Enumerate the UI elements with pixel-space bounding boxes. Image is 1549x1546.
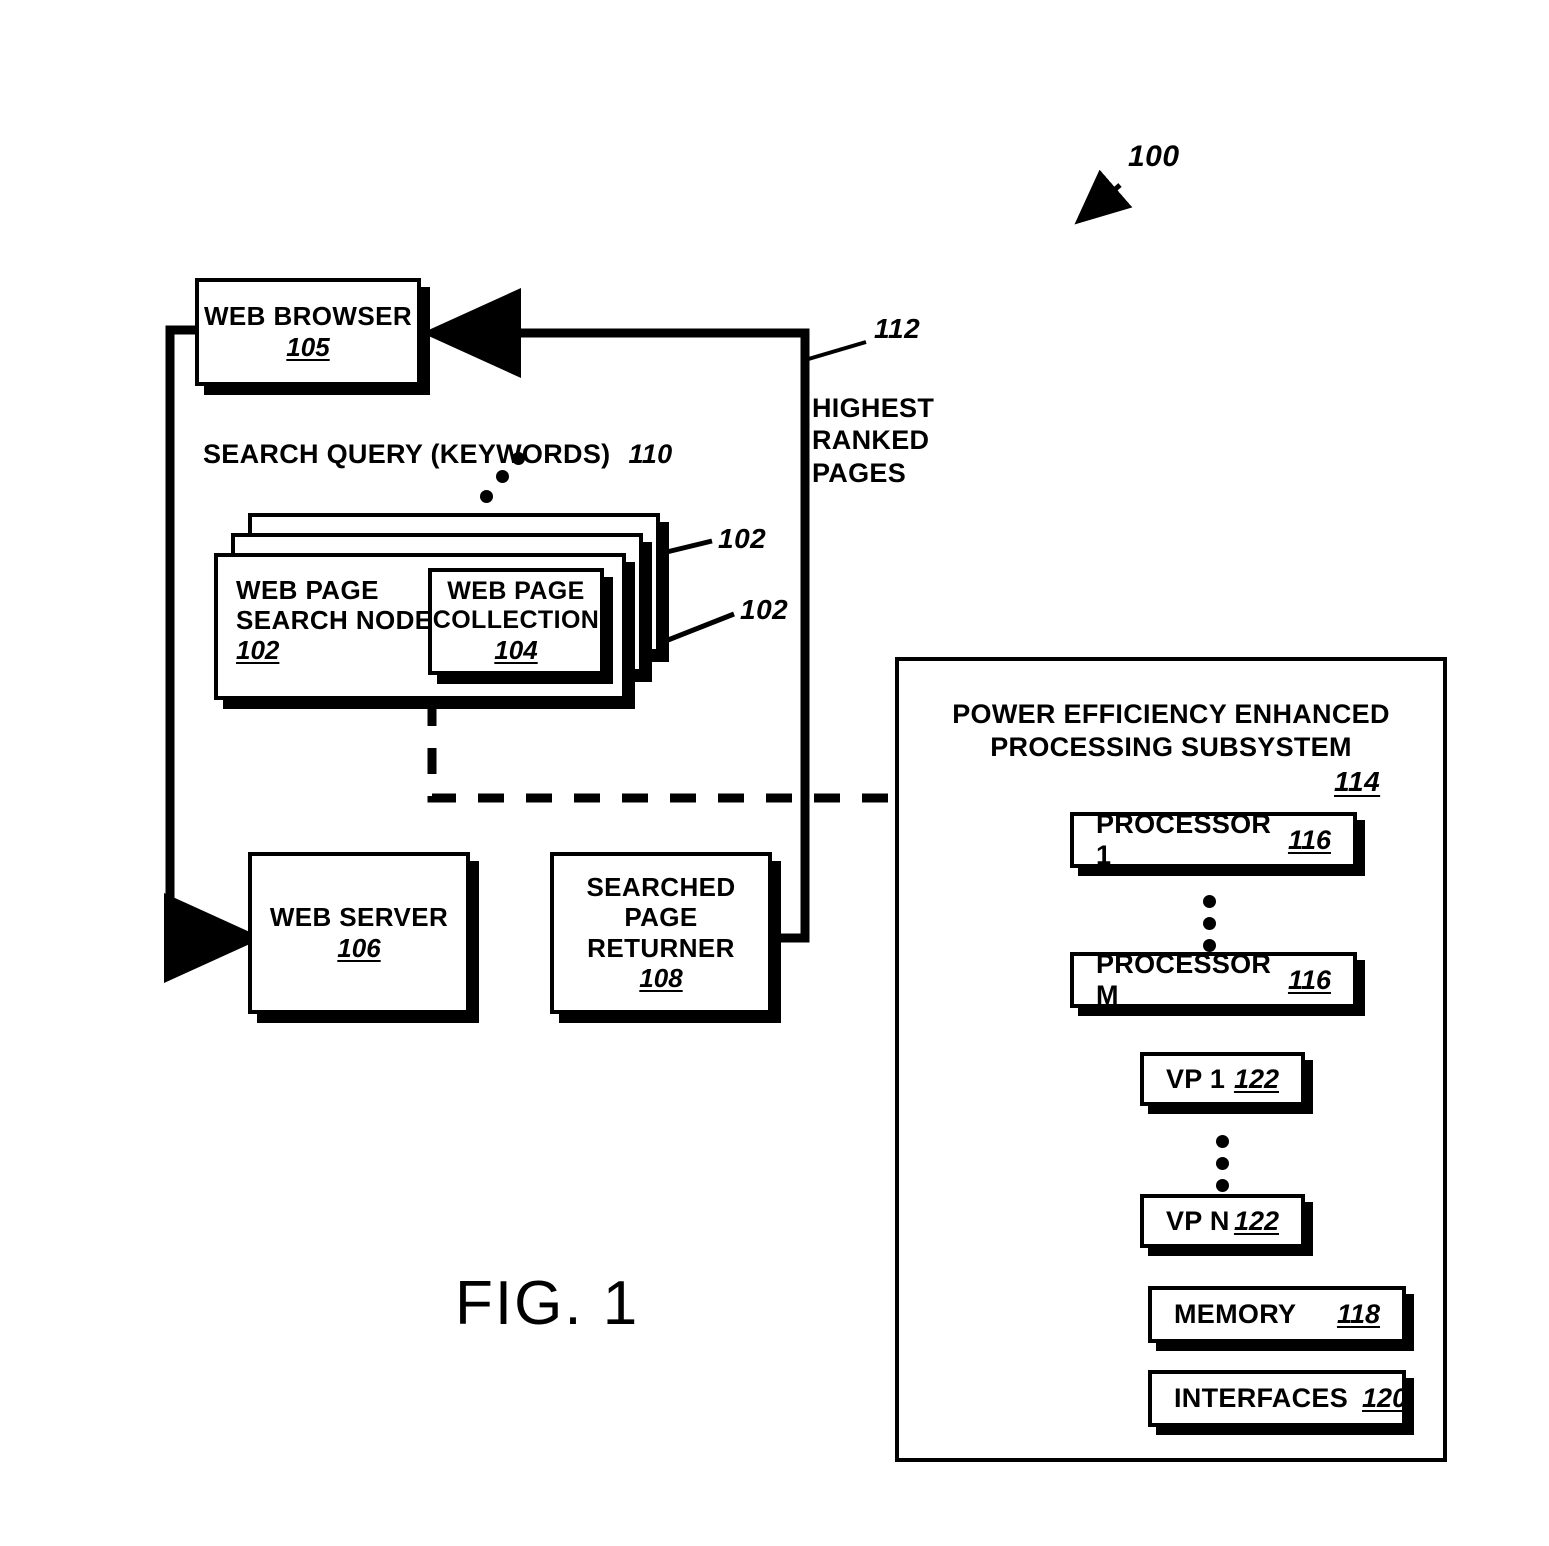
leader-102-lower — [667, 611, 735, 643]
interfaces-box[interactable]: INTERFACES 120 — [1148, 1370, 1408, 1427]
searched-page-returner-ref: 108 — [639, 962, 683, 993]
memory-label: MEMORY — [1174, 1299, 1297, 1329]
interfaces-label: INTERFACES — [1174, 1383, 1349, 1413]
processing-subsystem-ref: 114 — [1334, 766, 1381, 797]
stack-ref-upper: 102 — [718, 523, 767, 554]
stack-ref-lower: 102 — [740, 594, 789, 625]
memory-ref: 118 — [1336, 1299, 1380, 1329]
processor-m-box[interactable]: PROCESSOR M 116 — [1070, 949, 1357, 1010]
web-page-search-node-ref: 102 — [236, 635, 280, 666]
web-page-collection-ref: 104 — [494, 635, 538, 665]
figure-caption: FIG. 1 — [455, 1269, 640, 1338]
vp-1-label: VP 1 — [1166, 1063, 1226, 1094]
vp-n-label: VP N — [1166, 1205, 1230, 1236]
web-page-collection-box[interactable]: WEB PAGE COLLECTION 104 — [428, 568, 604, 675]
vp-n-box[interactable]: VP N 122 — [1140, 1194, 1305, 1248]
search-query-ref: 110 — [628, 439, 673, 470]
processor-m-label: PROCESSOR M — [1096, 949, 1272, 1010]
search-query-caption: SEARCH QUERY (KEYWORDS) 110 — [203, 406, 672, 471]
search-query-label: SEARCH QUERY (KEYWORDS) — [203, 439, 611, 470]
leader-100 — [1074, 169, 1133, 225]
memory-box[interactable]: MEMORY 118 — [1148, 1286, 1406, 1343]
stack-ellipsis-dots — [480, 452, 540, 512]
patent-figure-page: WEB BROWSER 105 SEARCH QUERY (KEYWORDS) 1… — [0, 0, 1549, 1546]
searched-page-returner-label: SEARCHED PAGE RETURNER — [586, 872, 736, 963]
vp-1-ref: 122 — [1233, 1063, 1279, 1094]
vp-ellipsis-dots — [1216, 1135, 1229, 1195]
searched-page-returner-box[interactable]: SEARCHED PAGE RETURNER 108 — [550, 852, 772, 1014]
processor-m-ref: 116 — [1287, 964, 1331, 995]
system-ref-100: 100 — [1128, 140, 1180, 173]
web-server-ref: 106 — [337, 932, 381, 963]
web-server-box[interactable]: WEB SERVER 106 — [248, 852, 470, 1014]
web-browser-ref: 105 — [286, 331, 330, 362]
interfaces-ref: 120 — [1362, 1383, 1408, 1413]
processor-1-label: PROCESSOR 1 — [1096, 809, 1272, 870]
web-page-collection-label: WEB PAGE COLLECTION — [432, 577, 600, 634]
processor-1-box[interactable]: PROCESSOR 1 116 — [1070, 809, 1357, 870]
vp-n-ref: 122 — [1233, 1205, 1279, 1236]
dashed-link-node-to-subsystem — [427, 700, 895, 803]
highest-ranked-pages-ref: 112 — [874, 313, 921, 344]
processing-subsystem-title: POWER EFFICIENCY ENHANCED PROCESSING SUB… — [952, 699, 1390, 762]
processor-1-ref: 116 — [1287, 824, 1331, 855]
highest-ranked-pages-label: HIGHEST RANKED PAGES — [812, 393, 935, 488]
processor-ellipsis-dots — [1203, 895, 1216, 955]
web-browser-label: WEB BROWSER — [203, 301, 413, 332]
web-server-label: WEB SERVER — [269, 902, 449, 933]
web-browser-box[interactable]: WEB BROWSER 105 — [195, 278, 421, 386]
leader-112 — [804, 340, 867, 362]
vp-1-box[interactable]: VP 1 122 — [1140, 1052, 1305, 1106]
web-page-search-node-label: WEB PAGE SEARCH NODE — [236, 575, 433, 636]
